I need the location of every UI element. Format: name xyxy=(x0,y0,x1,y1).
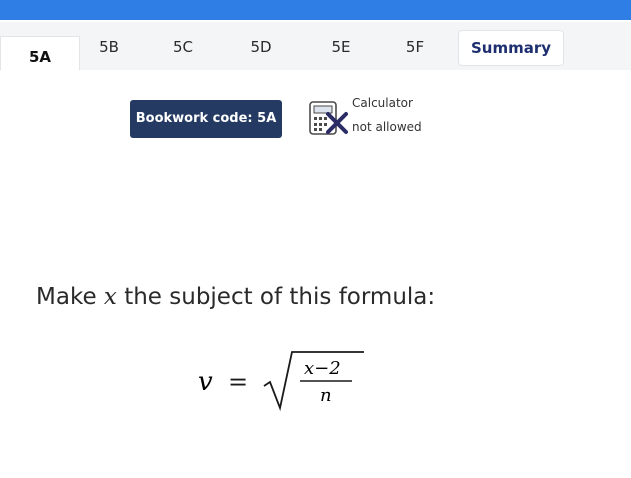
tab-5b[interactable]: 5B xyxy=(78,30,140,64)
calculator-crossed-icon xyxy=(309,101,348,135)
calculator-status: not allowed xyxy=(352,120,422,134)
tab-5e[interactable]: 5E xyxy=(308,30,374,64)
calculator-label: Calculator xyxy=(352,96,413,110)
bookwork-code-badge: Bookwork code: 5A xyxy=(130,100,282,138)
formula: v = x−2 n xyxy=(198,351,364,412)
formula-numerator: x−2 xyxy=(304,358,341,379)
tab-5d[interactable]: 5D xyxy=(228,30,294,64)
tab-5f[interactable]: 5F xyxy=(382,30,448,64)
tab-summary[interactable]: Summary xyxy=(458,30,564,66)
formula-denominator: n xyxy=(320,385,332,406)
tab-5c[interactable]: 5C xyxy=(150,30,216,64)
formula-lhs: v xyxy=(198,367,213,397)
question-text: Make x the subject of this formula: xyxy=(36,284,435,310)
top-bar xyxy=(0,0,631,20)
tab-bar: 5A 5B 5C 5D 5E 5F Summary xyxy=(0,22,631,77)
formula-equals: = xyxy=(228,368,248,396)
question-prefix: Make xyxy=(36,284,104,310)
question-suffix: the subject of this formula: xyxy=(116,284,436,310)
question-panel: Bookwork code: 5A Calculator not allowed… xyxy=(0,70,631,478)
question-variable: x xyxy=(103,284,117,310)
